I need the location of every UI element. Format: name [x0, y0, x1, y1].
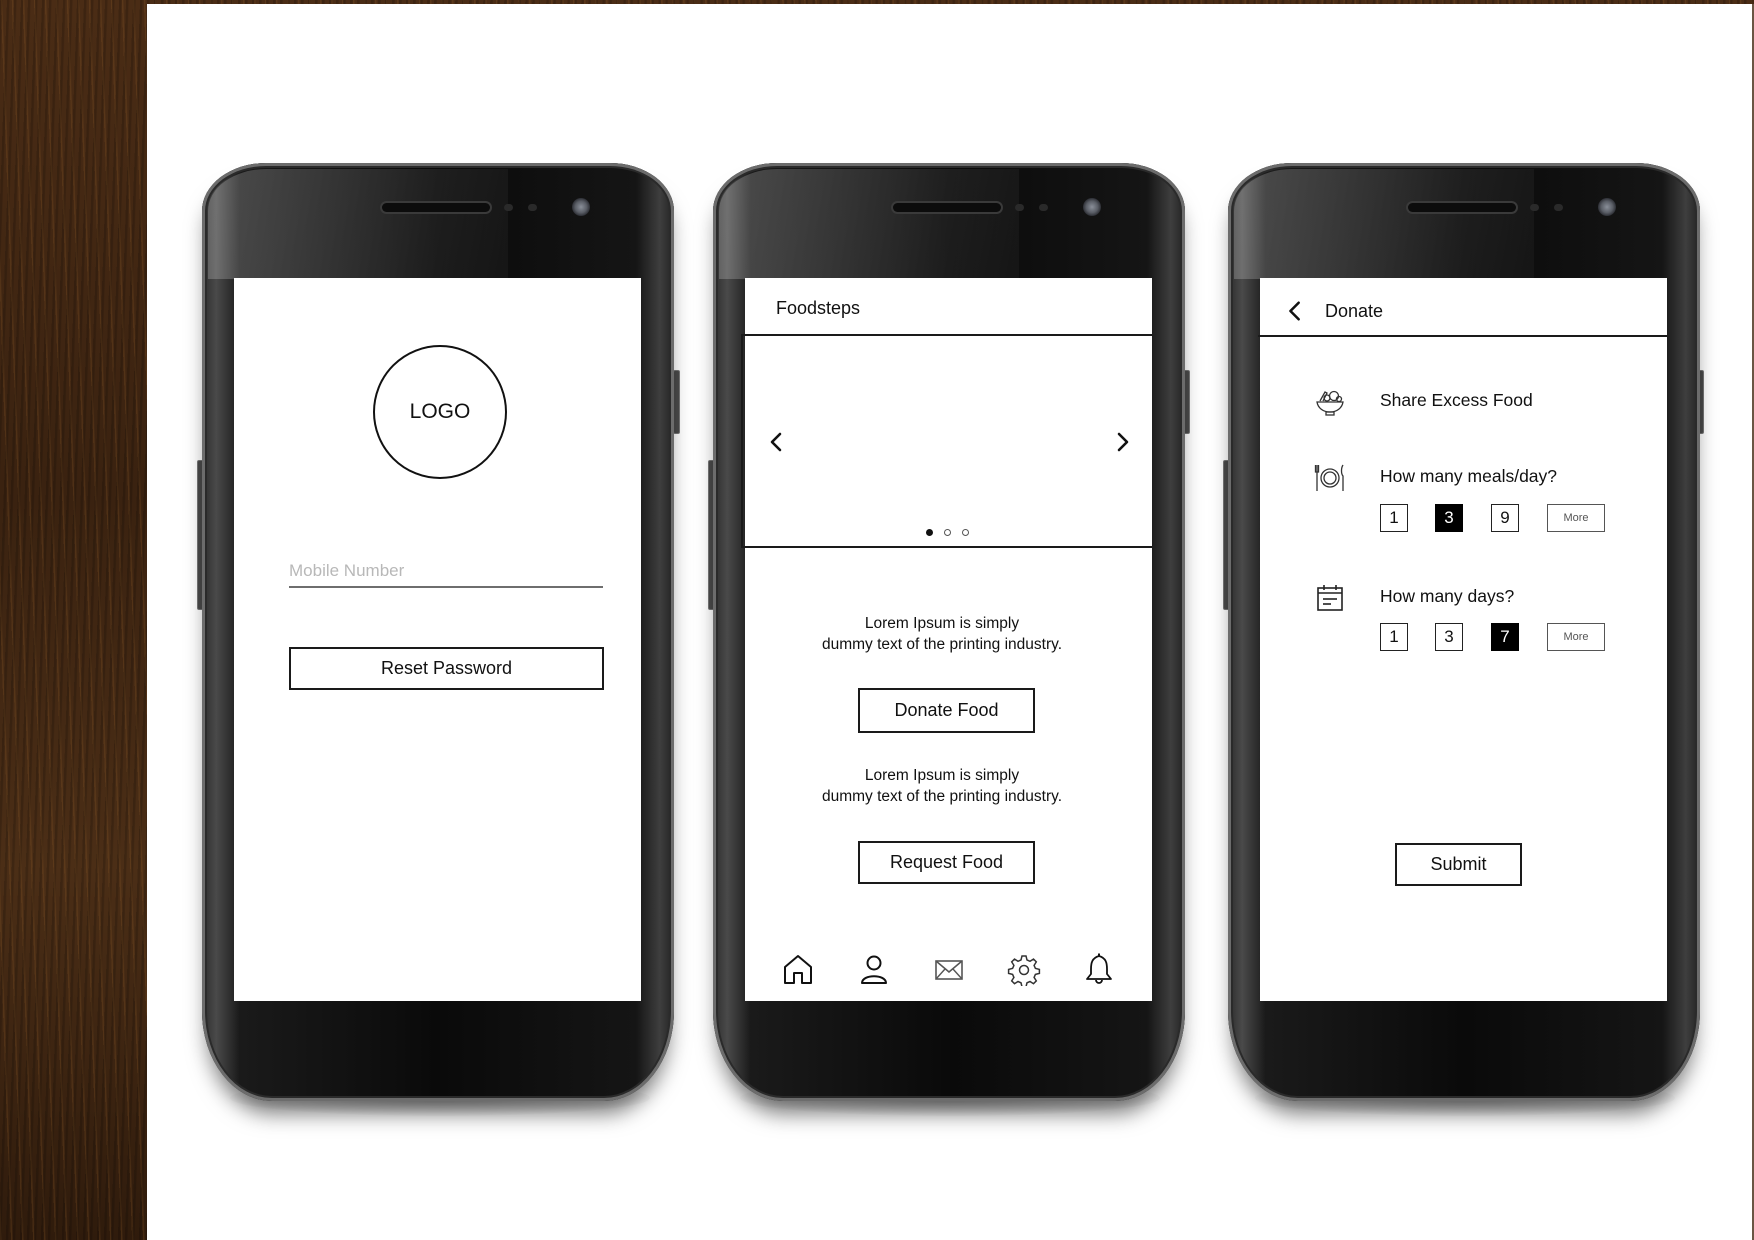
- share-excess-food-label: Share Excess Food: [1380, 390, 1533, 410]
- submit-button[interactable]: Submit: [1395, 843, 1522, 886]
- logo: LOGO: [373, 345, 507, 479]
- light-sensor: [1554, 204, 1563, 211]
- meals-option-3-selected[interactable]: 3: [1435, 504, 1463, 532]
- meals-option-more[interactable]: More: [1547, 504, 1605, 532]
- request-food-button[interactable]: Request Food: [858, 841, 1035, 884]
- image-carousel[interactable]: [741, 334, 1152, 548]
- plate-cutlery-icon: [1314, 464, 1344, 491]
- calendar-icon: [1317, 585, 1343, 611]
- app-title: Foodsteps: [776, 298, 861, 318]
- carousel-indicators: [743, 529, 1152, 536]
- description-line: Lorem Ipsum is simply: [864, 615, 1020, 632]
- donate-food-button[interactable]: Donate Food: [858, 688, 1035, 733]
- back-chevron-icon[interactable]: [1284, 300, 1306, 322]
- carousel-dot[interactable]: [944, 529, 951, 536]
- proximity-sensor: [504, 204, 513, 211]
- proximity-sensor: [1530, 204, 1539, 211]
- glass-reflection: [1234, 169, 1534, 279]
- mobile-number-input[interactable]: [289, 556, 603, 588]
- screen-donate: Donate Share Excess Food How many meals/…: [1258, 278, 1667, 1001]
- gear-icon[interactable]: [1007, 952, 1041, 986]
- phone-reset-password: LOGO Reset Password: [202, 163, 674, 1101]
- meals-option-1[interactable]: 1: [1380, 504, 1408, 532]
- request-description: Lorem Ipsum is simply dummy text of the …: [745, 765, 1139, 807]
- meals-option-9[interactable]: 9: [1491, 504, 1519, 532]
- user-icon[interactable]: [857, 952, 891, 986]
- light-sensor: [1039, 204, 1048, 211]
- days-label: How many days?: [1380, 586, 1515, 606]
- page-title: Donate: [1325, 301, 1384, 321]
- chevron-right-icon[interactable]: [1110, 430, 1134, 454]
- days-option-1[interactable]: 1: [1380, 623, 1408, 651]
- proximity-sensor: [1015, 204, 1024, 211]
- front-camera: [1083, 198, 1101, 216]
- phone-home: Foodsteps Lorem Ipsum is simply dummy te…: [713, 163, 1185, 1101]
- earpiece-speaker: [893, 203, 1001, 212]
- screen-reset-password: LOGO Reset Password: [234, 278, 641, 1001]
- light-sensor: [528, 204, 537, 211]
- days-option-7-selected[interactable]: 7: [1491, 623, 1519, 651]
- glass-reflection: [208, 169, 508, 279]
- reset-password-button[interactable]: Reset Password: [289, 647, 604, 690]
- days-option-more[interactable]: More: [1547, 623, 1605, 651]
- front-camera: [572, 198, 590, 216]
- description-line: dummy text of the printing industry.: [821, 788, 1063, 805]
- phone-donate: Donate Share Excess Food How many meals/…: [1228, 163, 1700, 1101]
- donate-description: Lorem Ipsum is simply dummy text of the …: [745, 613, 1139, 655]
- chevron-left-icon[interactable]: [765, 430, 789, 454]
- meals-per-day-label: How many meals/day?: [1380, 466, 1558, 486]
- earpiece-speaker: [382, 203, 490, 212]
- screen-home: Foodsteps Lorem Ipsum is simply dummy te…: [741, 278, 1152, 1001]
- description-line: dummy text of the printing industry.: [821, 636, 1063, 653]
- carousel-dot-active[interactable]: [926, 529, 933, 536]
- carousel-dot[interactable]: [962, 529, 969, 536]
- glass-reflection: [719, 169, 1019, 279]
- food-bowl-icon: [1316, 390, 1344, 416]
- home-icon[interactable]: [781, 952, 815, 986]
- bell-icon[interactable]: [1082, 952, 1116, 986]
- front-camera: [1598, 198, 1616, 216]
- mail-icon[interactable]: [932, 952, 966, 986]
- logo-label: LOGO: [409, 400, 471, 423]
- header-divider: [1258, 335, 1667, 337]
- description-line: Lorem Ipsum is simply: [864, 767, 1020, 784]
- power-button: [673, 370, 680, 434]
- days-option-3[interactable]: 3: [1435, 623, 1463, 651]
- earpiece-speaker: [1408, 203, 1516, 212]
